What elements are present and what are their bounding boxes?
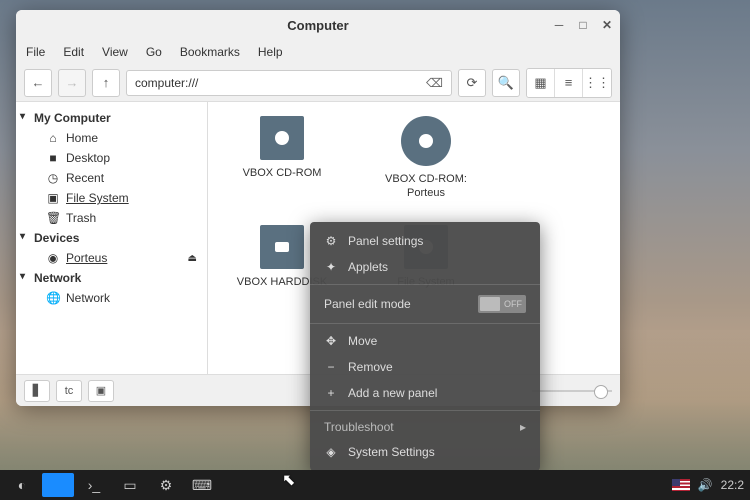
separator — [310, 284, 540, 285]
show-desktop-button[interactable] — [42, 473, 74, 497]
menu-remove[interactable]: −Remove — [310, 354, 540, 380]
drive-icon — [260, 116, 304, 160]
menu-applets[interactable]: ✦Applets — [310, 254, 540, 280]
start-menu-button[interactable]: ◐ — [6, 473, 38, 497]
keyboard-launcher[interactable]: ⌨ — [186, 473, 218, 497]
menu-go[interactable]: Go — [146, 45, 162, 59]
forward-button[interactable]: → — [58, 69, 86, 97]
sidebar-item-desktop[interactable]: ■Desktop — [16, 148, 207, 168]
zoom-slider[interactable] — [532, 385, 612, 397]
close-sidebar-button[interactable]: ▣ — [88, 380, 114, 402]
terminal-launcher[interactable]: ›_ — [78, 473, 110, 497]
menu-system-settings[interactable]: ◈System Settings — [310, 439, 540, 465]
network-icon: 🌐 — [46, 291, 60, 305]
separator — [310, 323, 540, 324]
sidebar-item-porteus[interactable]: ◉Porteus — [16, 248, 207, 268]
menu-file[interactable]: File — [26, 45, 45, 59]
treeview-toggle-button[interactable]: tc — [56, 380, 82, 402]
drive-vbox-cdrom[interactable]: VBOX CD-ROM — [222, 116, 342, 201]
list-view-button[interactable]: ≡ — [555, 69, 583, 97]
separator — [310, 410, 540, 411]
sidebar-item-recent[interactable]: ◷Recent — [16, 168, 207, 188]
files-launcher[interactable]: ▭ — [114, 473, 146, 497]
location-bar[interactable]: computer:/// ⌫ — [126, 70, 452, 96]
toolbar: ← → ↑ computer:/// ⌫ ⟳ 🔍 ▦ ≡ ⋮⋮ — [16, 64, 620, 102]
volume-icon[interactable]: 🔊 — [698, 478, 713, 492]
disc-icon — [401, 116, 451, 166]
cursor-icon: ⬉ — [282, 470, 295, 490]
clear-location-icon[interactable]: ⌫ — [426, 76, 443, 90]
sidebar-item-trash[interactable]: 🗑Trash — [16, 208, 207, 228]
trash-icon: 🗑 — [46, 211, 60, 225]
up-button[interactable]: ↑ — [92, 69, 120, 97]
chevron-right-icon: ▸ — [520, 420, 526, 434]
icon-view-button[interactable]: ▦ — [527, 69, 555, 97]
sidebar-item-network[interactable]: 🌐Network — [16, 288, 207, 308]
refresh-button[interactable]: ⟳ — [458, 69, 486, 97]
panel-context-menu: ⚙Panel settings ✦Applets Panel edit mode… — [310, 222, 540, 471]
menu-help[interactable]: Help — [258, 45, 283, 59]
taskbar: ◐ ›_ ▭ ⚙ ⌨ 🔊 22:2 — [0, 470, 750, 500]
drive-vbox-cdrom-porteus[interactable]: VBOX CD-ROM: Porteus — [366, 116, 486, 201]
menu-view[interactable]: View — [102, 45, 128, 59]
location-text: computer:/// — [135, 76, 198, 90]
sidebar-group-mycomputer[interactable]: My Computer — [16, 108, 207, 128]
back-button[interactable]: ← — [24, 69, 52, 97]
keyboard-layout-indicator[interactable] — [672, 479, 690, 491]
plus-icon: + — [324, 386, 338, 400]
window-title: Computer — [287, 18, 348, 33]
sidebar-group-devices[interactable]: Devices — [16, 228, 207, 248]
menu-edit[interactable]: Edit — [63, 45, 84, 59]
menu-move[interactable]: ✥Move — [310, 328, 540, 354]
gear-icon: ⚙ — [324, 234, 338, 248]
puzzle-icon: ✦ — [324, 260, 338, 274]
sidebar: My Computer ⌂Home ■Desktop ◷Recent ▣File… — [16, 102, 208, 374]
move-icon: ✥ — [324, 334, 338, 348]
harddisk-icon — [260, 225, 304, 269]
compact-view-button[interactable]: ⋮⋮ — [583, 69, 611, 97]
menu-panel-edit-mode[interactable]: Panel edit modeOFF — [310, 289, 540, 319]
titlebar[interactable]: Computer ─ □ ✕ — [16, 10, 620, 40]
settings-icon: ◈ — [324, 445, 338, 459]
maximize-button[interactable]: □ — [576, 18, 590, 32]
settings-launcher[interactable]: ⚙ — [150, 473, 182, 497]
menubar: File Edit View Go Bookmarks Help — [16, 40, 620, 64]
minimize-button[interactable]: ─ — [552, 18, 566, 32]
toggle-switch[interactable]: OFF — [478, 295, 526, 313]
sidebar-group-network[interactable]: Network — [16, 268, 207, 288]
home-icon: ⌂ — [46, 131, 60, 145]
minus-icon: − — [324, 360, 338, 374]
menu-panel-settings[interactable]: ⚙Panel settings — [310, 228, 540, 254]
places-toggle-button[interactable]: ▋ — [24, 380, 50, 402]
view-switcher: ▦ ≡ ⋮⋮ — [526, 68, 612, 98]
sidebar-item-home[interactable]: ⌂Home — [16, 128, 207, 148]
sidebar-item-filesystem[interactable]: ▣File System — [16, 188, 207, 208]
menu-troubleshoot[interactable]: Troubleshoot▸ — [310, 415, 540, 439]
clock[interactable]: 22:2 — [721, 478, 744, 492]
search-button[interactable]: 🔍 — [492, 69, 520, 97]
menu-add-panel[interactable]: +Add a new panel — [310, 380, 540, 406]
filesystem-icon: ▣ — [46, 191, 60, 205]
close-button[interactable]: ✕ — [600, 18, 614, 32]
menu-bookmarks[interactable]: Bookmarks — [180, 45, 240, 59]
disc-icon: ◉ — [46, 251, 60, 265]
desktop-icon: ■ — [46, 151, 60, 165]
recent-icon: ◷ — [46, 171, 60, 185]
